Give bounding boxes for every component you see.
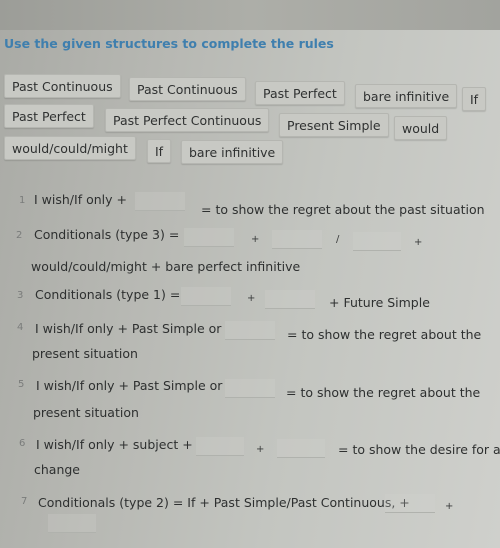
- rule-text: = to show the desire for a: [338, 442, 500, 457]
- answer-drop-zone[interactable]: [181, 287, 231, 306]
- rule-number: 3: [17, 290, 24, 301]
- rule-number: 5: [18, 379, 25, 390]
- rule-text: I wish/If only + Past Simple or: [35, 321, 222, 336]
- answer-drop-zone[interactable]: [277, 439, 325, 458]
- answer-drop-zone[interactable]: [225, 379, 275, 398]
- plus-sign: +: [414, 237, 423, 248]
- rule-number: 4: [17, 322, 24, 333]
- answer-drop-zone[interactable]: [184, 228, 234, 247]
- answer-drop-zone[interactable]: [265, 290, 315, 309]
- rule-text: Conditionals (type 3) =: [34, 227, 180, 242]
- rule-text: = to show the regret about the: [286, 385, 481, 400]
- word-tile[interactable]: Present Simple: [279, 113, 389, 137]
- rule-number: 6: [19, 438, 26, 449]
- word-tile[interactable]: Past Continuous: [129, 77, 246, 101]
- rule-text: = to show the regret about the: [287, 327, 482, 342]
- answer-drop-zone[interactable]: [48, 514, 96, 533]
- rule-text: present situation: [32, 346, 138, 361]
- rule-text: change: [34, 462, 81, 477]
- word-tile[interactable]: Past Perfect Continuous: [105, 108, 270, 132]
- plus-sign: +: [256, 444, 265, 455]
- top-strip: [0, 0, 500, 30]
- plus-sign: +: [247, 293, 256, 304]
- rule-text: present situation: [33, 405, 139, 420]
- rule-text: = to show the regret about the past situ…: [201, 202, 485, 217]
- rule-text: would/could/might + bare perfect infinit…: [31, 259, 301, 274]
- word-tile[interactable]: If: [462, 87, 487, 111]
- rule-text: I wish/If only +: [34, 192, 127, 207]
- word-tile[interactable]: Past Perfect: [255, 81, 345, 105]
- word-tile[interactable]: If: [147, 139, 172, 163]
- word-tile[interactable]: would/could/might: [4, 136, 136, 160]
- answer-drop-zone[interactable]: [272, 230, 322, 249]
- word-tile[interactable]: bare infinitive: [355, 84, 458, 108]
- answer-drop-zone[interactable]: [385, 494, 435, 513]
- rule-text: Conditionals (type 1) =: [35, 287, 181, 302]
- rule-number: 7: [21, 496, 28, 507]
- answer-drop-zone[interactable]: [196, 437, 244, 456]
- word-tile[interactable]: bare infinitive: [181, 140, 284, 164]
- rule-text: + Future Simple: [329, 295, 430, 310]
- answer-drop-zone[interactable]: [225, 321, 275, 340]
- instructions-title: Use the given structures to complete the…: [4, 36, 334, 51]
- answer-drop-zone[interactable]: [353, 232, 401, 251]
- rule-text: I wish/If only + subject +: [36, 437, 193, 452]
- rule-number: 2: [16, 230, 23, 241]
- answer-drop-zone[interactable]: [135, 192, 185, 211]
- word-tile[interactable]: Past Perfect: [4, 104, 94, 128]
- slash-sign: /: [336, 234, 340, 245]
- rule-text: I wish/If only + Past Simple or: [36, 378, 223, 393]
- word-tile[interactable]: Past Continuous: [4, 74, 121, 98]
- plus-sign: +: [251, 234, 260, 245]
- rule-number: 1: [19, 195, 26, 206]
- rule-text: Conditionals (type 2) = If + Past Simple…: [38, 495, 410, 510]
- word-tile[interactable]: would: [394, 116, 448, 140]
- plus-sign: +: [445, 501, 454, 512]
